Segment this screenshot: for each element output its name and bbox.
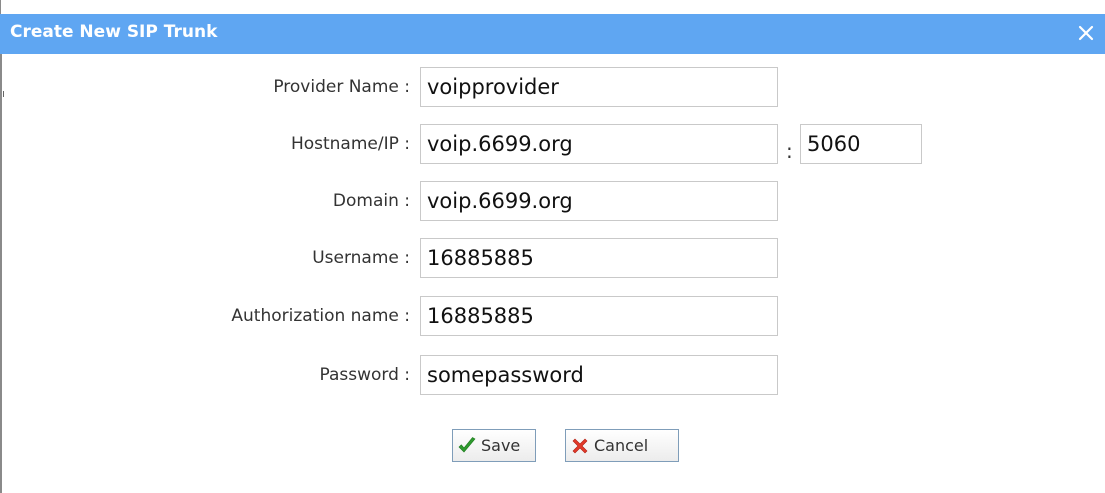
window-edge: [0, 0, 1, 14]
hostname-label: Hostname/IP :: [290, 134, 410, 154]
password-input[interactable]: [420, 355, 778, 395]
port-input[interactable]: [800, 124, 922, 164]
dialog-titlebar: Create New SIP Trunk: [0, 14, 1105, 54]
cancel-button-label: Cancel: [594, 436, 649, 455]
provider-name-label: Provider Name :: [273, 77, 410, 97]
provider-name-input[interactable]: [420, 67, 778, 107]
username-input[interactable]: [420, 238, 778, 278]
password-label: Password :: [319, 365, 410, 385]
checkmark-icon: [457, 436, 477, 456]
dialog-title: Create New SIP Trunk: [10, 22, 218, 42]
authorization-name-input[interactable]: [420, 296, 778, 336]
create-sip-trunk-dialog: Create New SIP Trunk Provider Name : Hos…: [0, 0, 1105, 493]
close-icon[interactable]: [1073, 20, 1099, 46]
domain-input[interactable]: [420, 181, 778, 221]
port-separator: :: [786, 139, 793, 163]
dialog-left-border: [0, 54, 2, 493]
background-page-strip: [0, 0, 1105, 14]
authorization-name-label: Authorization name :: [231, 306, 410, 326]
hostname-input[interactable]: [420, 124, 778, 164]
domain-label: Domain :: [332, 191, 410, 211]
cross-icon: [570, 436, 590, 456]
cancel-button[interactable]: Cancel: [565, 429, 679, 462]
username-label: Username :: [312, 248, 410, 268]
save-button-label: Save: [481, 436, 521, 455]
save-button[interactable]: Save: [452, 429, 536, 462]
